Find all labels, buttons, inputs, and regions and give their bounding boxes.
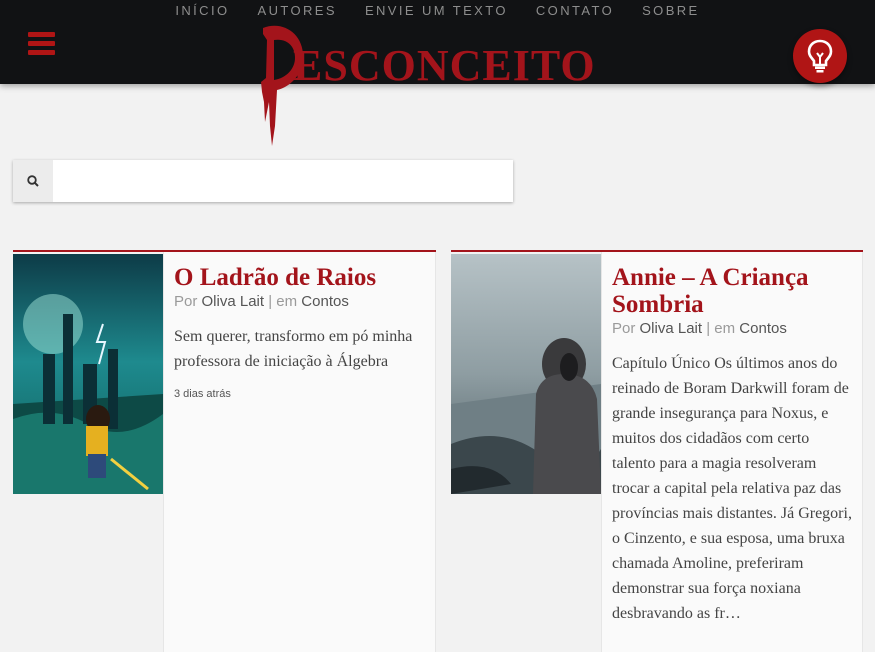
nav-contato[interactable]: CONTATO [536,3,614,18]
search-bar [13,160,513,202]
nav-sobre[interactable]: SOBRE [642,3,700,18]
search-button[interactable] [13,160,53,202]
idea-button[interactable] [793,29,847,83]
lightbulb-icon [807,39,833,73]
post-meta: Por Oliva Lait | em Contos [174,293,435,310]
logo-text: ESCONCEITO [293,41,596,90]
nav-inicio[interactable]: INÍCIO [175,3,229,18]
post-excerpt: Capítulo Único Os últimos anos do reinad… [612,355,852,622]
post-author-link[interactable]: Oliva Lait [202,293,265,310]
search-input[interactable] [53,160,508,200]
post-category-link[interactable]: Contos [301,293,349,310]
post-title[interactable]: Annie – A Criança Sombria [612,264,862,318]
meta-by: Por [174,293,198,310]
post-title[interactable]: O Ladrão de Raios [174,264,435,291]
main-nav: INÍCIO AUTORES ENVIE UM TEXTO CONTATO SO… [0,3,875,18]
post-thumbnail[interactable] [13,254,163,494]
hamburger-menu-icon[interactable] [28,32,55,56]
post-body: O Ladrão de Raios Por Oliva Lait | em Co… [163,252,436,652]
nav-autores[interactable]: AUTORES [258,3,337,18]
meta-in: | em [268,293,298,310]
post-card[interactable]: Annie – A Criança Sombria Por Oliva Lait… [451,250,863,652]
meta-by: Por [612,320,636,337]
post-category-link[interactable]: Contos [739,320,787,337]
post-meta: Por Oliva Lait | em Contos [612,320,862,337]
meta-in: | em [706,320,736,337]
post-thumbnail[interactable] [451,254,601,494]
post-card[interactable]: O Ladrão de Raios Por Oliva Lait | em Co… [13,250,436,652]
nav-envie-um-texto[interactable]: ENVIE UM TEXTO [365,3,508,18]
site-logo[interactable]: ESCONCEITO [255,22,625,147]
post-excerpt: Sem querer, transformo em pó minha profe… [174,328,413,370]
post-body: Annie – A Criança Sombria Por Oliva Lait… [601,252,863,652]
post-author-link[interactable]: Oliva Lait [640,320,703,337]
post-date: 3 dias atrás [174,388,231,400]
search-icon [27,175,39,187]
